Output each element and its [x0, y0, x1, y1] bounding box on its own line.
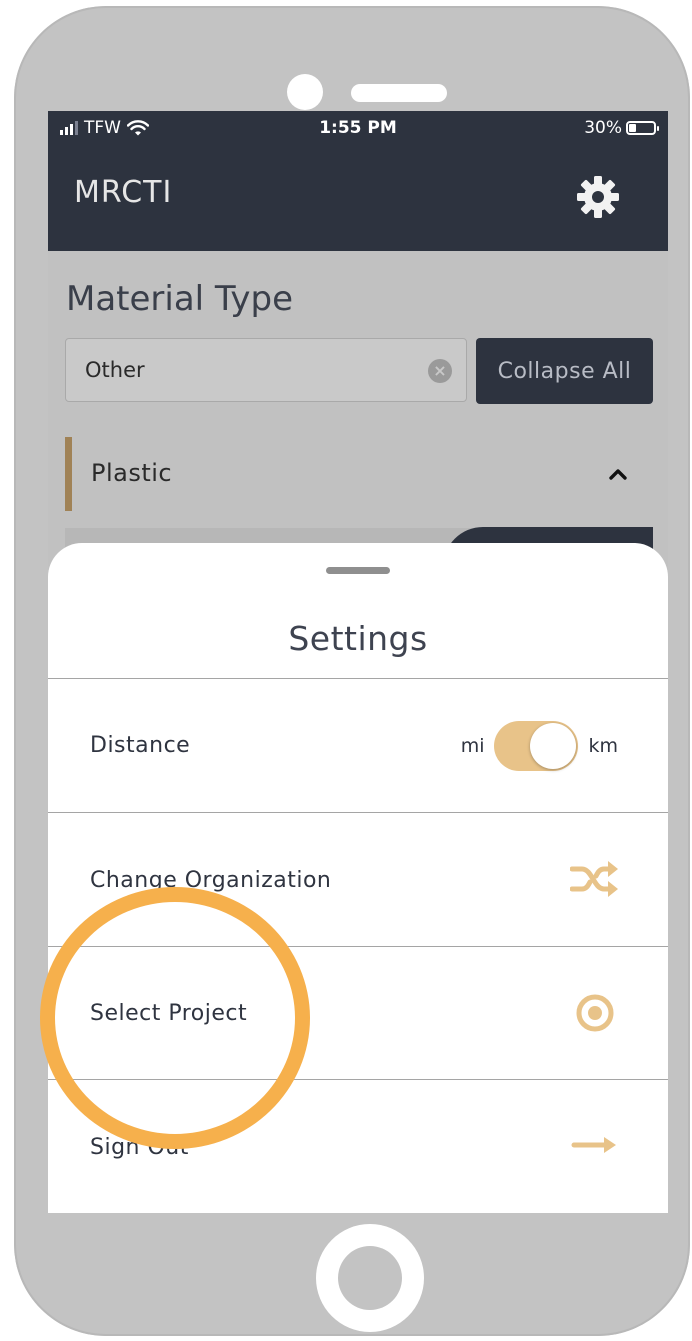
- change-organization-label: Change Organization: [90, 868, 332, 893]
- earpiece-speaker: [351, 84, 447, 102]
- home-button[interactable]: [316, 1224, 424, 1332]
- distance-toggle[interactable]: [494, 721, 579, 771]
- settings-title: Settings: [288, 619, 428, 658]
- distance-option-km: km: [588, 735, 618, 757]
- distance-label: Distance: [90, 733, 191, 758]
- distance-option-mi: mi: [460, 735, 485, 757]
- category-label: Plastic: [91, 459, 173, 487]
- category-accent-bar: [65, 437, 72, 511]
- target-icon: [576, 994, 614, 1032]
- gear-icon[interactable]: [574, 173, 622, 221]
- shuffle-icon: [570, 861, 618, 897]
- material-type-value: Other: [85, 358, 145, 382]
- status-bar: TFW 1:55 PM 30%: [48, 111, 668, 145]
- distance-toggle-group: mi km: [461, 721, 618, 771]
- arrow-right-icon: [571, 1137, 616, 1153]
- battery-percent: 30%: [584, 118, 622, 138]
- collapse-all-button[interactable]: Collapse All: [476, 338, 653, 404]
- front-camera: [287, 74, 323, 110]
- category-plastic[interactable]: Plastic: [65, 437, 653, 511]
- battery-icon: [626, 121, 659, 135]
- settings-row-distance: Distance mi km: [48, 679, 668, 811]
- status-right: 30%: [584, 118, 659, 138]
- app-bar: MRCTI: [48, 145, 668, 251]
- status-time: 1:55 PM: [319, 118, 397, 138]
- app-title: MRCTI: [74, 175, 173, 210]
- toggle-knob: [530, 723, 577, 769]
- sheet-drag-handle[interactable]: [326, 567, 390, 574]
- clear-icon[interactable]: ×: [428, 359, 452, 383]
- chevron-up-icon[interactable]: [607, 463, 629, 485]
- highlight-circle: [40, 887, 310, 1149]
- material-type-input[interactable]: Other ×: [65, 338, 467, 402]
- section-title: Material Type: [66, 279, 294, 319]
